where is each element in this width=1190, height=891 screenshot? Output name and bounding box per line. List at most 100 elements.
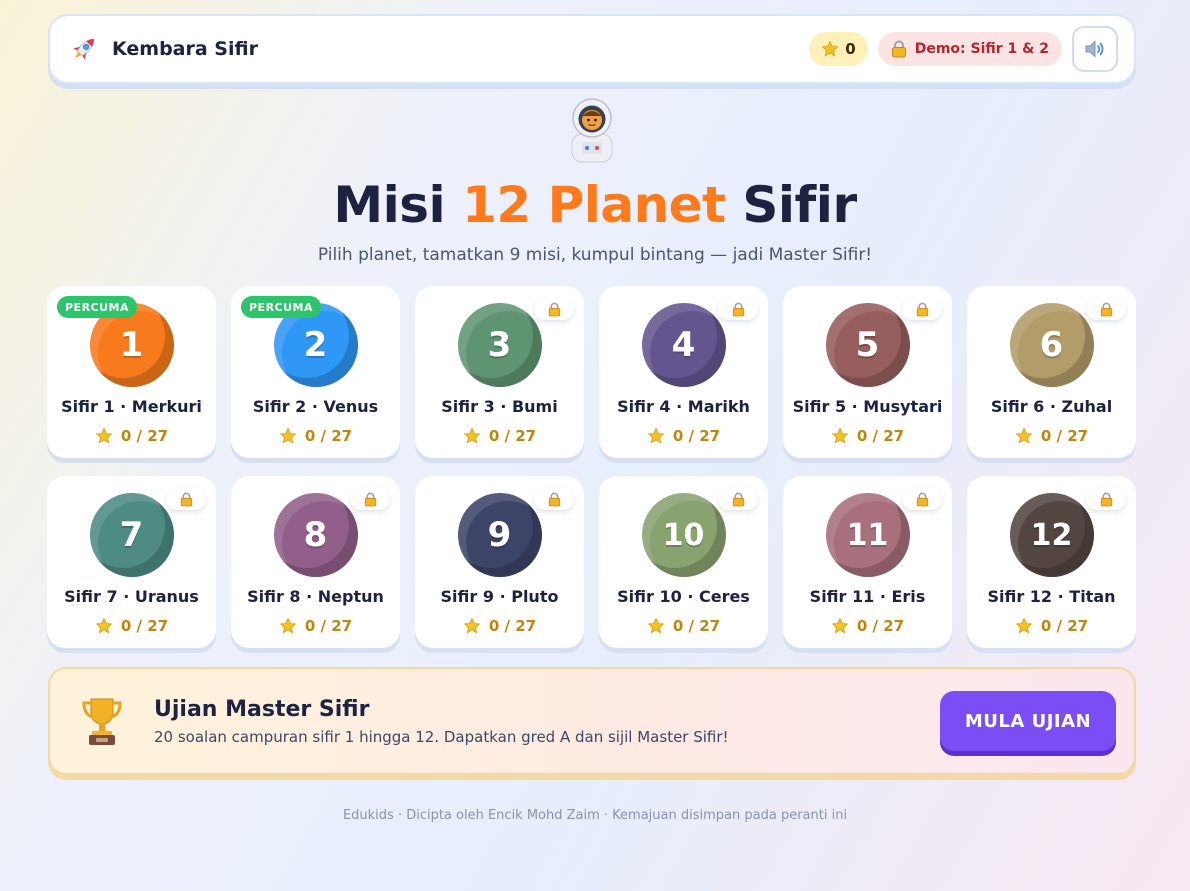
planet-title: Sifir 11 · Eris [809,587,926,606]
planet-title: Sifir 2 · Venus [252,397,379,416]
page-title: Misi 12 Planet Sifir [0,176,1190,234]
planet-score-value: 0 / 27 [488,427,537,445]
planet-title: Sifir 7 · Uranus [64,587,199,606]
planet-title: Sifir 8 · Neptun [247,587,384,606]
lock-badge [1086,488,1126,510]
planet-number: 3 [457,303,542,387]
planet-card-10[interactable]: 10 Sifir 10 · Ceres 0 / 27 [599,476,768,648]
planet-score-value: 0 / 27 [856,427,905,445]
planet-score: 0 / 27 [463,617,536,635]
planet-title: Sifir 6 · Zuhal [990,397,1113,416]
start-exam-button[interactable]: MULA UJIAN [940,691,1116,751]
lock-icon [180,492,192,506]
planet-score-value: 0 / 27 [672,427,721,445]
brand-name: Kembara Sifir [112,38,258,60]
planet-number: 4 [641,303,726,387]
lock-badge [1086,298,1126,320]
planet-number: 5 [825,303,910,387]
astronaut-icon [571,98,613,163]
lock-icon [916,492,928,506]
star-icon [647,617,665,634]
planet-score-value: 0 / 27 [488,617,537,635]
lock-icon [732,302,744,316]
planet-score-value: 0 / 27 [1040,427,1089,445]
lock-icon [732,492,744,506]
stars-counter: 0 [809,32,868,66]
planet-number: 6 [1009,303,1094,387]
planet-number: 11 [825,493,910,577]
star-icon [463,427,481,444]
star-icon [279,427,297,444]
lock-icon [1100,302,1112,316]
planet-title: Sifir 3 · Bumi [441,397,558,416]
planet-score-value: 0 / 27 [120,427,169,445]
title-part-2: Sifir [725,176,857,234]
lock-icon [548,492,560,506]
planet-score: 0 / 27 [279,427,352,445]
lock-badge [902,298,942,320]
planet-score-value: 0 / 27 [120,617,169,635]
trophy-icon [82,698,122,745]
planet-card-8[interactable]: 8 Sifir 8 · Neptun 0 / 27 [231,476,400,648]
free-badge: PERCUMA [57,296,138,318]
planet-card-3[interactable]: 3 Sifir 3 · Bumi 0 / 27 [415,286,584,458]
lock-badge [718,298,758,320]
planet-card-1[interactable]: PERCUMA 1 Sifir 1 · Merkuri 0 / 27 [47,286,216,458]
planet-score: 0 / 27 [831,617,904,635]
planet-title: Sifir 9 · Pluto [440,587,559,606]
planet-card-5[interactable]: 5 Sifir 5 · Musytari 0 / 27 [783,286,952,458]
star-icon [831,617,849,634]
exam-banner: Ujian Master Sifir 20 soalan campuran si… [48,667,1136,775]
exam-description: 20 soalan campuran sifir 1 hingga 12. Da… [154,727,729,746]
footer-text: Edukids · Dicipta oleh Encik Mohd Zaim ·… [342,808,848,823]
planet-title: Sifir 12 · Titan [987,587,1116,606]
planet-score-value: 0 / 27 [1040,617,1089,635]
star-icon [279,617,297,634]
lock-icon [364,492,376,506]
planet-card-4[interactable]: 4 Sifir 4 · Marikh 0 / 27 [599,286,768,458]
planet-score: 0 / 27 [463,427,536,445]
planet-score-value: 0 / 27 [856,617,905,635]
star-icon [821,40,839,57]
planet-score: 0 / 27 [95,427,168,445]
page-subtitle: Pilih planet, tamatkan 9 misi, kumpul bi… [317,245,873,265]
planet-title: Sifir 1 · Merkuri [61,397,202,416]
free-badge: PERCUMA [241,296,322,318]
lock-icon [1100,492,1112,506]
lock-icon [916,302,928,316]
brand[interactable]: Kembara Sifir [68,33,258,65]
planet-title: Sifir 4 · Marikh [617,397,750,416]
planet-score: 0 / 27 [647,427,720,445]
planet-card-6[interactable]: 6 Sifir 6 · Zuhal 0 / 27 [967,286,1136,458]
planet-number: 10 [641,493,726,577]
planet-title: Sifir 10 · Ceres [617,587,750,606]
planet-card-7[interactable]: 7 Sifir 7 · Uranus 0 / 27 [47,476,216,648]
star-icon [1015,617,1033,634]
planet-score: 0 / 27 [1015,427,1088,445]
demo-label: Demo: Sifir 1 & 2 [914,41,1049,57]
star-icon [463,617,481,634]
stars-count: 0 [845,40,856,58]
planet-card-11[interactable]: 11 Sifir 11 · Eris 0 / 27 [783,476,952,648]
planet-card-2[interactable]: PERCUMA 2 Sifir 2 · Venus 0 / 27 [231,286,400,458]
exam-title: Ujian Master Sifir [154,696,370,722]
star-icon [831,427,849,444]
planet-card-12[interactable]: 12 Sifir 12 · Titan 0 / 27 [967,476,1136,648]
star-icon [95,617,113,634]
planet-score-value: 0 / 27 [304,427,353,445]
planet-card-9[interactable]: 9 Sifir 9 · Pluto 0 / 27 [415,476,584,648]
planet-score-value: 0 / 27 [304,617,353,635]
speaker-icon [1085,40,1104,58]
title-part-1: Misi [333,176,463,234]
planet-score: 0 / 27 [647,617,720,635]
sound-toggle-button[interactable] [1072,26,1118,72]
planet-number: 9 [457,493,542,577]
planet-number: 8 [273,493,358,577]
planet-score: 0 / 27 [831,427,904,445]
lock-badge [902,488,942,510]
planet-score: 0 / 27 [1015,617,1088,635]
top-bar: Kembara Sifir 0 Demo: Sifir 1 & 2 [48,14,1136,84]
lock-badge [350,488,390,510]
lock-icon [548,302,560,316]
demo-badge: Demo: Sifir 1 & 2 [877,32,1062,66]
